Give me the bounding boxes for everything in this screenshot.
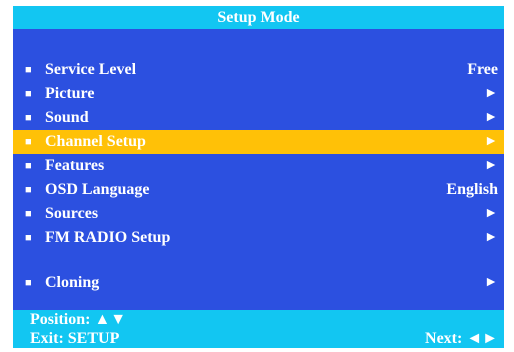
right-arrow-icon: ►: [484, 275, 498, 290]
menu-item-features[interactable]: ■ Features ►: [13, 154, 504, 178]
menu-item-value: English: [446, 181, 498, 198]
menu-title: Setup Mode: [13, 6, 504, 29]
menu-item-sound[interactable]: ■ Sound ►: [13, 106, 504, 130]
menu-item-label: Picture: [45, 85, 95, 102]
exit-hint: Exit: SETUP: [30, 330, 120, 347]
menu-item-label: Service Level: [45, 61, 137, 78]
menu-item-channel-setup[interactable]: ■ Channel Setup ►: [13, 130, 504, 154]
menu-item-service-level[interactable]: ■ Service Level Free: [13, 58, 504, 82]
bullet-icon: ■: [25, 88, 32, 100]
menu-item-label: Features: [45, 157, 105, 174]
bullet-icon: ■: [25, 160, 32, 172]
bullet-icon: ■: [25, 208, 32, 220]
menu-item-label: Sources: [45, 205, 99, 222]
menu-item-osd-language[interactable]: ■ OSD Language English: [13, 178, 504, 202]
right-arrow-icon: ►: [484, 110, 498, 125]
help-footer: Position: ▲▼ Exit: SETUP Next: ◄►: [13, 310, 504, 348]
right-arrow-icon: ►: [484, 158, 498, 173]
right-arrow-icon: ►: [484, 86, 498, 101]
menu-item-label: FM RADIO Setup: [45, 229, 171, 246]
right-arrow-icon: ►: [484, 134, 498, 149]
menu-item-picture[interactable]: ■ Picture ►: [13, 82, 504, 106]
position-hint: Position: ▲▼: [30, 311, 127, 328]
menu-item-label: Sound: [45, 109, 89, 126]
menu-item-value: Free: [467, 61, 498, 78]
bullet-icon: ■: [25, 232, 32, 244]
right-arrow-icon: ►: [484, 206, 498, 221]
next-hint: Next: ◄►: [425, 330, 498, 347]
bullet-icon: ■: [25, 136, 32, 148]
menu-item-label: OSD Language: [45, 181, 150, 198]
setup-osd-window: Setup Mode ■ Service Level Free ■ Pictur…: [13, 6, 504, 348]
menu-item-label: Channel Setup: [45, 133, 146, 150]
bullet-icon: ■: [25, 64, 32, 76]
bullet-icon: ■: [25, 277, 32, 289]
bullet-icon: ■: [25, 184, 32, 196]
menu-list: ■ Service Level Free ■ Picture ► ■ Sound…: [13, 58, 504, 295]
menu-item-label: Cloning: [45, 274, 100, 291]
right-arrow-icon: ►: [484, 230, 498, 245]
menu-item-sources[interactable]: ■ Sources ►: [13, 202, 504, 226]
menu-item-fm-radio-setup[interactable]: ■ FM RADIO Setup ►: [13, 226, 504, 250]
menu-item-cloning[interactable]: ■ Cloning ►: [13, 271, 504, 295]
bullet-icon: ■: [25, 112, 32, 124]
